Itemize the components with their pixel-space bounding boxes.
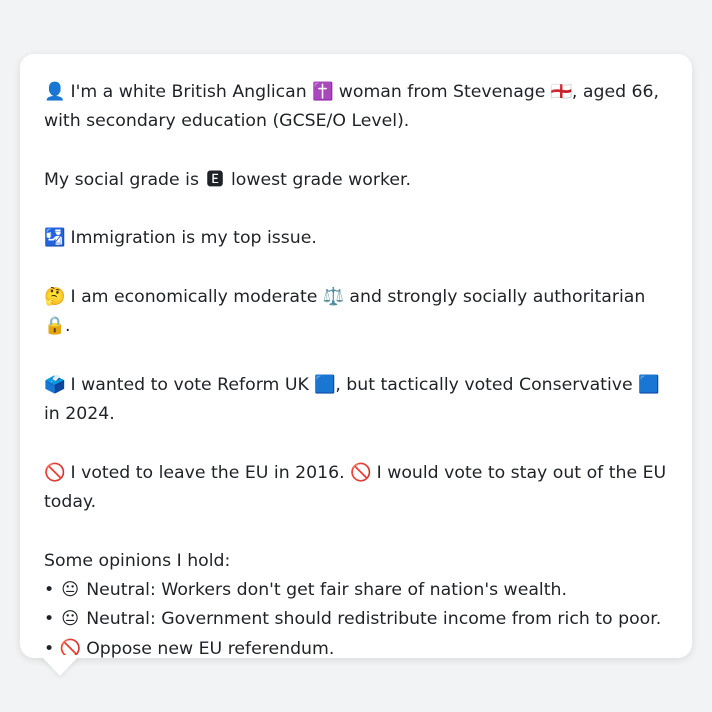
reform-uk-square-icon: 🟦 (314, 374, 336, 395)
passport-control-icon: 🛂 (44, 228, 66, 249)
social-grade-line: My social grade is 🅴 lowest grade worker… (44, 166, 668, 195)
opinion-item: 🚫 Oppose new EU referendum. (44, 635, 668, 664)
top-issue-line: 🛂 Immigration is my top issue. (44, 224, 668, 253)
england-flag-icon: 🏴󠁧󠁢󠁥󠁮󠁧󠁿 (550, 82, 573, 102)
ideology-text-2: and strongly socially authoritarian (349, 287, 646, 308)
opinion-text: Neutral: Government should redistribute … (86, 609, 662, 630)
cross-icon: ✝️ (312, 82, 334, 102)
identity-text-1: I'm a white British Anglican (70, 82, 307, 102)
opinion-text: Oppose new EU referendum. (86, 638, 335, 659)
opinion-text: Neutral: Workers don't get fair share of… (86, 580, 567, 601)
ideology-line: 🤔 I am economically moderate ⚖️ and stro… (44, 283, 668, 342)
neutral-face-icon: 😐 (61, 609, 80, 630)
persona-card: 👤 I'm a white British Anglican ✝️ woman … (20, 54, 692, 659)
prohibited-icon: 🚫 (350, 462, 372, 483)
thinking-face-icon: 🤔 (44, 287, 66, 308)
top-issue-text: Immigration is my top issue. (70, 228, 317, 249)
prohibited-icon: 🚫 (44, 462, 66, 483)
vote-text-1: I wanted to vote Reform UK (70, 374, 309, 395)
opinion-item: 😐 Neutral: Government should redistribut… (44, 605, 668, 634)
ballot-box-icon: 🗳️ (44, 374, 66, 395)
vote-2024-line: 🗳️ I wanted to vote Reform UK 🟦, but tac… (44, 371, 668, 430)
eu-line: 🚫 I voted to leave the EU in 2016. 🚫 I w… (44, 459, 668, 518)
person-icon: 👤 (44, 82, 66, 102)
speech-bubble-tail (40, 655, 80, 676)
lock-icon: 🔒 (44, 316, 66, 337)
opinions-heading: Some opinions I hold: (44, 550, 231, 571)
vote-text-2: , but tactically voted Conservative (335, 374, 633, 395)
opinion-item: 😐 Neutral: Workers don't get fair share … (44, 576, 668, 605)
opinions-section: Some opinions I hold: 😐 Neutral: Workers… (44, 547, 668, 664)
neutral-face-icon: 😐 (61, 580, 80, 601)
opinions-list: 😐 Neutral: Workers don't get fair share … (44, 576, 668, 664)
conservative-square-icon: 🟦 (638, 374, 660, 395)
ideology-text-3: . (65, 316, 71, 337)
eu-text-1: I voted to leave the EU in 2016. (70, 462, 345, 483)
identity-line: 👤 I'm a white British Anglican ✝️ woman … (44, 78, 668, 137)
scales-icon: ⚖️ (322, 287, 345, 308)
social-grade-text-2: lowest grade worker. (230, 169, 411, 190)
ideology-text-1: I am economically moderate (70, 287, 318, 308)
vote-text-3: in 2024. (44, 404, 115, 425)
social-grade-text-1: My social grade is (44, 169, 199, 190)
grade-e-icon: 🅴 (206, 169, 224, 190)
identity-text-2: woman from Stevenage (338, 82, 546, 102)
